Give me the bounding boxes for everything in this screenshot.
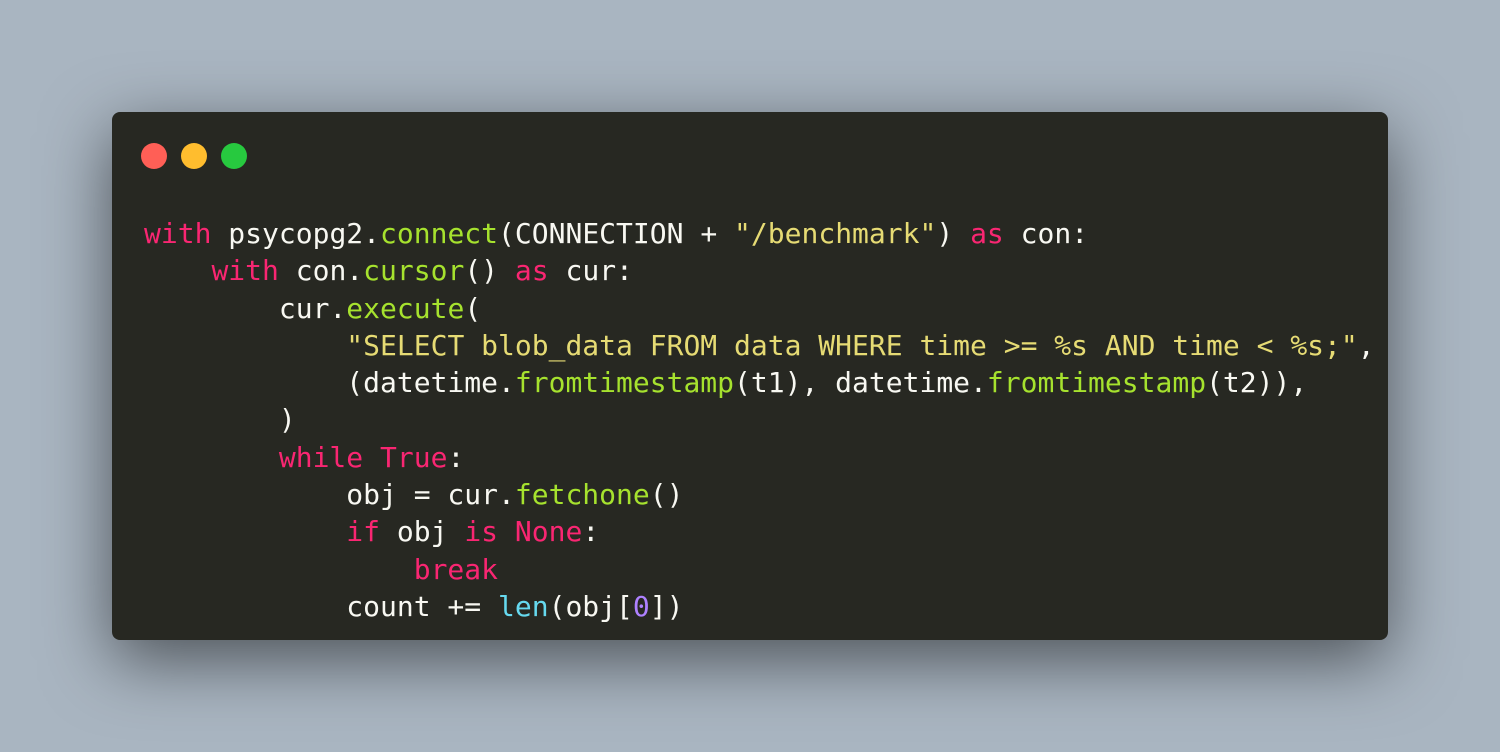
code-text: : xyxy=(582,515,600,549)
code-text: , xyxy=(1357,328,1375,362)
code-line: count += len(obj[0]) xyxy=(144,588,1375,625)
code-text: () xyxy=(464,254,515,288)
code-line: "SELECT blob_data FROM data WHERE time >… xyxy=(144,327,1375,364)
function-name: cursor xyxy=(363,254,465,288)
keyword: with xyxy=(144,217,212,250)
code-text: (datetime. xyxy=(144,366,515,400)
code-line: (datetime.fromtimestamp(t1), datetime.fr… xyxy=(144,364,1375,401)
code-text: : xyxy=(447,440,465,474)
code-line: ) xyxy=(144,401,1375,438)
keyword: None xyxy=(514,515,583,549)
code-text: psycopg2. xyxy=(211,217,381,250)
code-text: count += xyxy=(144,589,499,623)
code-text: con. xyxy=(278,254,364,288)
code-text: (obj[ xyxy=(548,589,633,623)
keyword: is xyxy=(464,515,499,549)
code-line: while True: xyxy=(144,439,1375,476)
function-name: fromtimestamp xyxy=(986,366,1207,400)
code-line: with con.cursor() as cur: xyxy=(144,252,1375,289)
code-text: (t1), datetime. xyxy=(734,366,987,400)
function-name: fromtimestamp xyxy=(514,366,735,400)
code-line: if obj is None: xyxy=(144,513,1375,550)
code-text: ) xyxy=(936,217,971,250)
code-text: ) xyxy=(144,403,296,437)
code-text: ]) xyxy=(649,589,684,623)
minimize-dot-icon xyxy=(181,143,207,169)
string-literal: "/benchmark" xyxy=(734,217,937,250)
code-line: cur.execute( xyxy=(144,290,1375,327)
keyword: if xyxy=(346,515,381,549)
string-literal: "SELECT blob_data FROM data WHERE time >… xyxy=(346,328,1358,362)
keyword: as xyxy=(514,254,549,288)
code-text: () xyxy=(649,478,684,512)
function-name: connect xyxy=(380,217,499,250)
maximize-dot-icon xyxy=(221,143,247,169)
code-line: break xyxy=(144,551,1375,588)
code-line: obj = cur.fetchone() xyxy=(144,476,1375,513)
keyword: while xyxy=(278,440,364,474)
builtin: len xyxy=(498,589,549,623)
keyword: True xyxy=(380,440,448,474)
code-text: (CONNECTION + xyxy=(498,217,735,250)
function-name: execute xyxy=(346,291,465,325)
code-text: (t2)), xyxy=(1206,366,1308,400)
code-text: con: xyxy=(1003,217,1089,250)
code-block: with psycopg2.connect(CONNECTION + "/ben… xyxy=(144,215,1375,625)
close-dot-icon xyxy=(141,143,167,169)
code-text: cur: xyxy=(548,254,633,288)
keyword: with xyxy=(211,254,279,288)
code-text: obj = cur. xyxy=(144,478,515,512)
keyword: break xyxy=(413,552,499,586)
code-text: obj xyxy=(380,515,465,549)
code-line: with psycopg2.connect(CONNECTION + "/ben… xyxy=(144,215,1375,252)
code-window: with psycopg2.connect(CONNECTION + "/ben… xyxy=(112,112,1388,640)
keyword: as xyxy=(970,217,1004,250)
function-name: fetchone xyxy=(514,478,650,512)
code-text: cur. xyxy=(144,291,347,325)
code-text: ( xyxy=(464,291,482,325)
number-literal: 0 xyxy=(632,589,650,623)
